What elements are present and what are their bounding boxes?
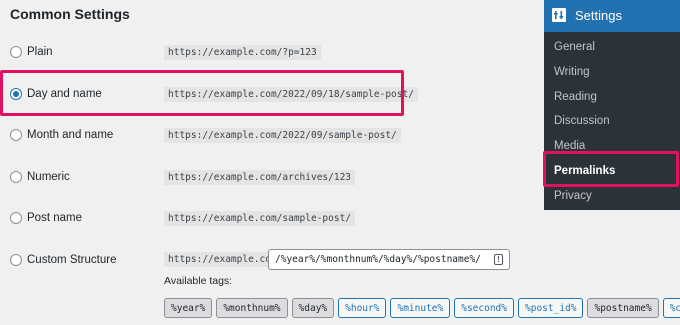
option-numeric[interactable]: Numeric https://example.com/archives/123: [0, 162, 530, 192]
tag-button[interactable]: %hour%: [338, 298, 387, 318]
sidebar-item-general[interactable]: General: [554, 41, 595, 53]
radio-month-and-name[interactable]: [10, 129, 22, 141]
option-example-url: https://example.com/sample-post/: [164, 210, 356, 226]
custom-structure-input[interactable]: /%year%/%monthnum%/%day%/%postname%/ !: [268, 249, 510, 270]
info-icon: !: [494, 254, 503, 265]
option-label: Post name: [27, 212, 82, 224]
option-label: Month and name: [27, 129, 114, 141]
option-post-name[interactable]: Post name https://example.com/sample-pos…: [0, 203, 530, 233]
option-label: Plain: [27, 46, 53, 58]
section-title: Common Settings: [10, 6, 130, 22]
sidebar-item-reading[interactable]: Reading: [554, 91, 597, 103]
option-example-url: https://example.com/?p=123: [164, 44, 321, 60]
option-label: Numeric: [27, 171, 70, 183]
radio-post-name[interactable]: [10, 212, 22, 224]
option-example-url: https://example.com/archives/123: [164, 169, 356, 185]
option-label: Custom Structure: [27, 254, 117, 266]
highlight-permalinks: [543, 151, 679, 187]
available-tags-label: Available tags:: [164, 275, 233, 287]
option-plain[interactable]: Plain https://example.com/?p=123: [0, 37, 530, 67]
tag-button[interactable]: %year%: [164, 298, 213, 318]
sidebar-item-privacy[interactable]: Privacy: [554, 190, 592, 202]
custom-base-url: https://example.com: [164, 252, 281, 267]
available-tags: %year% %monthnum% %day% %hour% %minute% …: [164, 298, 680, 318]
tag-button[interactable]: %monthnum%: [216, 298, 288, 318]
settings-icon: [552, 8, 566, 22]
highlight-day-and-name: [0, 70, 404, 116]
radio-numeric[interactable]: [10, 171, 22, 183]
sidebar-header[interactable]: Settings: [544, 0, 680, 32]
radio-custom-structure[interactable]: [10, 254, 22, 266]
tag-button[interactable]: %day%: [291, 298, 335, 318]
sidebar-item-discussion[interactable]: Discussion: [554, 115, 610, 127]
tag-button[interactable]: %cate: [662, 298, 680, 318]
radio-plain[interactable]: [10, 46, 22, 58]
sidebar-item-writing[interactable]: Writing: [554, 66, 590, 78]
option-month-and-name[interactable]: Month and name https://example.com/2022/…: [0, 120, 530, 150]
sidebar-header-label: Settings: [575, 8, 622, 23]
tag-button[interactable]: %post_id%: [518, 298, 584, 318]
tag-button[interactable]: %minute%: [390, 298, 451, 318]
tag-button[interactable]: %postname%: [587, 298, 659, 318]
tag-button[interactable]: %second%: [454, 298, 514, 318]
option-example-url: https://example.com/2022/09/sample-post/: [164, 127, 401, 143]
custom-structure-value[interactable]: /%year%/%monthnum%/%day%/%postname%/: [269, 254, 481, 265]
